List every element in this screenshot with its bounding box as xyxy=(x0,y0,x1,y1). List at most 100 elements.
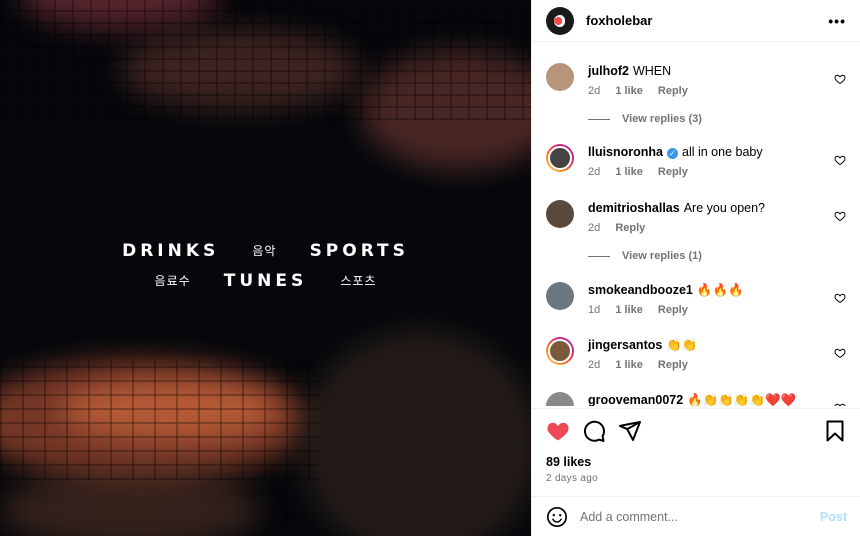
view-replies-link[interactable]: View replies (3) xyxy=(588,113,846,125)
comment-likes[interactable]: 1 like xyxy=(615,304,643,316)
comment-message: 👏👏 xyxy=(666,338,698,352)
view-replies-label: View replies (3) xyxy=(622,113,702,125)
reply-button[interactable]: Reply xyxy=(615,222,645,234)
action-icons xyxy=(546,419,847,443)
comment-item: demitrioshallas Are you open? 2d Reply xyxy=(546,200,846,234)
post-button[interactable]: Post xyxy=(820,510,847,524)
comment-body: julhof2 WHEN 2d 1 like Reply xyxy=(588,63,846,97)
comment-body: grooveman0072 🔥👏👏👏👏❤️❤️ xyxy=(588,392,846,406)
comment-body: jingersantos 👏👏 2d 1 like Reply xyxy=(588,337,846,371)
overlay-word: SPORTS xyxy=(309,240,409,261)
reply-button[interactable]: Reply xyxy=(658,85,688,97)
view-replies-link[interactable]: View replies (1) xyxy=(588,250,846,262)
comment-meta: 1d 1 like Reply xyxy=(588,304,824,316)
comment-text: grooveman0072 🔥👏👏👏👏❤️❤️ xyxy=(588,392,824,406)
comment-meta: 2d 1 like Reply xyxy=(588,359,824,371)
comment-item: smokeandbooze1 🔥🔥🔥 1d 1 like Reply xyxy=(546,282,846,316)
comment-username[interactable]: julhof2 xyxy=(588,64,629,78)
like-heart-icon[interactable] xyxy=(546,419,570,443)
avatar[interactable] xyxy=(546,144,574,172)
like-comment-heart-icon[interactable] xyxy=(834,73,846,85)
comment-text: jingersantos 👏👏 xyxy=(588,337,824,353)
verified-badge-icon: ✓ xyxy=(667,148,678,159)
comment-username[interactable]: jingersantos xyxy=(588,338,662,352)
comment-likes[interactable]: 1 like xyxy=(615,359,643,371)
comment-time: 2d xyxy=(588,166,601,178)
comment-item: julhof2 WHEN 2d 1 like Reply xyxy=(546,63,846,97)
comment-input[interactable] xyxy=(580,509,820,524)
avatar[interactable] xyxy=(546,282,574,310)
avatar[interactable] xyxy=(546,6,574,35)
comment-meta: 2d 1 like Reply xyxy=(588,166,824,178)
comment-username[interactable]: lluisnoronha xyxy=(588,145,663,159)
comment-time: 2d xyxy=(588,359,601,371)
divider xyxy=(588,118,610,120)
divider xyxy=(588,255,610,257)
post-side-panel: foxholebar ••• julhof2 WHEN 2d 1 like Rep… xyxy=(531,0,860,536)
comment-message: all in one baby xyxy=(682,145,763,159)
avatar[interactable] xyxy=(546,63,574,91)
save-bookmark-icon[interactable] xyxy=(823,419,847,443)
comment-text: lluisnoronha ✓ all in one baby xyxy=(588,144,824,160)
overlay-text-row: 음료수 TUNES 스포츠 xyxy=(0,270,531,291)
overlay-word: 스포츠 xyxy=(340,274,377,288)
like-comment-heart-icon[interactable] xyxy=(834,210,846,222)
overlay-word: 음료수 xyxy=(154,274,191,288)
add-comment-bar: Post xyxy=(532,496,860,536)
post-media[interactable]: DRINKS 음악 SPORTS 음료수 TUNES 스포츠 xyxy=(0,0,531,536)
comment-body: smokeandbooze1 🔥🔥🔥 1d 1 like Reply xyxy=(588,282,846,316)
disco-tiles xyxy=(0,360,320,480)
overlay-word: DRINKS xyxy=(122,240,220,261)
reply-button[interactable]: Reply xyxy=(658,166,688,178)
comment-likes[interactable]: 1 like xyxy=(615,85,643,97)
comment-message: WHEN xyxy=(632,64,672,78)
comment-meta: 2d 1 like Reply xyxy=(588,85,824,97)
comment-item: grooveman0072 🔥👏👏👏👏❤️❤️ xyxy=(546,392,846,406)
comment-message: Are you open? xyxy=(683,201,766,215)
reply-button[interactable]: Reply xyxy=(658,359,688,371)
comment-icon[interactable] xyxy=(582,419,606,443)
comment-text: demitrioshallas Are you open? xyxy=(588,200,824,216)
comment-time: 2d xyxy=(588,85,601,97)
more-options-icon[interactable]: ••• xyxy=(828,13,846,29)
emoji-icon[interactable] xyxy=(546,506,568,528)
comment-item: jingersantos 👏👏 2d 1 like Reply xyxy=(546,337,846,371)
brand-logo-icon xyxy=(554,14,566,27)
overlay-text-row: DRINKS 음악 SPORTS xyxy=(0,240,531,261)
avatar[interactable] xyxy=(546,337,574,365)
comments-list[interactable]: julhof2 WHEN 2d 1 like Reply View replies… xyxy=(532,42,860,406)
comment-body: lluisnoronha ✓ all in one baby 2d 1 like R… xyxy=(588,144,846,178)
comment-text: smokeandbooze1 🔥🔥🔥 xyxy=(588,282,824,298)
post-actions: 89 likes 2 days ago xyxy=(532,408,860,484)
overlay-word: TUNES xyxy=(223,270,308,291)
post-header: foxholebar ••• xyxy=(532,0,860,42)
comment-username[interactable]: smokeandbooze1 xyxy=(588,283,693,297)
comment-item: lluisnoronha ✓ all in one baby 2d 1 like R… xyxy=(546,144,846,178)
post-author-username[interactable]: foxholebar xyxy=(586,13,652,28)
share-icon[interactable] xyxy=(618,419,642,443)
view-replies-label: View replies (1) xyxy=(622,250,702,262)
avatar[interactable] xyxy=(546,200,574,228)
comment-message: 🔥🔥🔥 xyxy=(696,283,744,297)
like-comment-heart-icon[interactable] xyxy=(834,292,846,304)
comment-username[interactable]: grooveman0072 xyxy=(588,393,683,406)
comment-meta: 2d Reply xyxy=(588,222,824,234)
comment-text: julhof2 WHEN xyxy=(588,63,824,79)
comment-body: demitrioshallas Are you open? 2d Reply xyxy=(588,200,846,234)
disco-tiles xyxy=(0,0,531,120)
comment-time: 2d xyxy=(588,222,601,234)
comment-message: 🔥👏👏👏👏❤️❤️ xyxy=(687,393,797,406)
instagram-post-view: DRINKS 음악 SPORTS 음료수 TUNES 스포츠 foxholeba… xyxy=(0,0,860,536)
overlay-word: 음악 xyxy=(252,244,277,258)
avatar[interactable] xyxy=(546,392,574,406)
like-comment-heart-icon[interactable] xyxy=(834,154,846,166)
comment-time: 1d xyxy=(588,304,601,316)
comment-username[interactable]: demitrioshallas xyxy=(588,201,680,215)
like-comment-heart-icon[interactable] xyxy=(834,347,846,359)
post-date: 2 days ago xyxy=(546,473,598,484)
likes-count[interactable]: 89 likes xyxy=(546,455,847,469)
comment-likes[interactable]: 1 like xyxy=(615,166,643,178)
reply-button[interactable]: Reply xyxy=(658,304,688,316)
like-comment-heart-icon[interactable] xyxy=(834,402,846,406)
light-glow xyxy=(300,330,531,536)
